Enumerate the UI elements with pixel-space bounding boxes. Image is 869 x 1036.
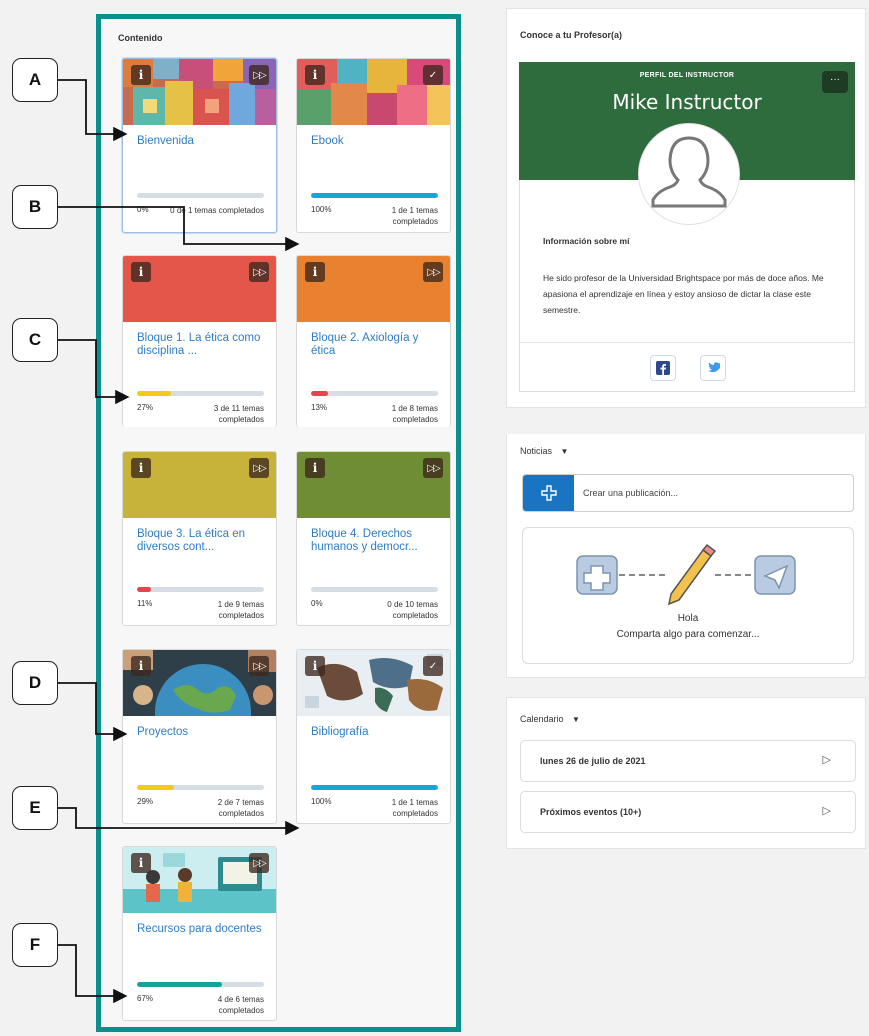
arrow-d [58, 682, 128, 742]
arrow-e [58, 807, 300, 836]
arrow-b [58, 206, 300, 252]
arrow-f [58, 944, 128, 1004]
arrow-c [58, 339, 130, 405]
arrow-a [58, 79, 128, 142]
callout-arrows [58, 79, 300, 1004]
